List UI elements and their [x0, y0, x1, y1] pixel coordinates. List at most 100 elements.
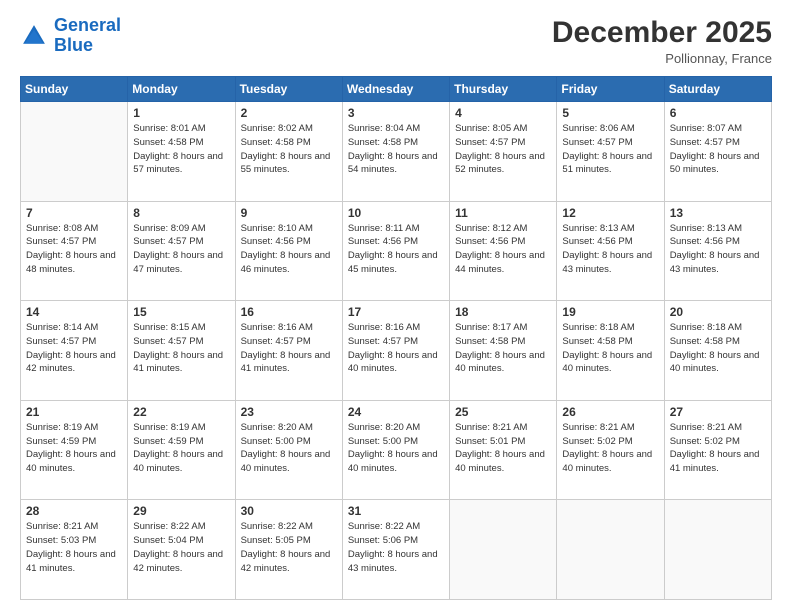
sunset: Sunset: 4:57 PM	[133, 336, 203, 347]
sunrise: Sunrise: 8:16 AM	[348, 322, 420, 333]
day-info: Sunrise: 8:13 AMSunset: 4:56 PMDaylight:…	[670, 222, 766, 277]
sunset: Sunset: 4:56 PM	[562, 236, 632, 247]
sunrise: Sunrise: 8:21 AM	[455, 422, 527, 433]
sunrise: Sunrise: 8:07 AM	[670, 123, 742, 134]
daylight-hours: Daylight: 8 hours and 44 minutes.	[455, 250, 545, 275]
day-info: Sunrise: 8:21 AMSunset: 5:01 PMDaylight:…	[455, 421, 551, 476]
sunset: Sunset: 4:57 PM	[241, 336, 311, 347]
sunset: Sunset: 4:58 PM	[133, 137, 203, 148]
calendar-week-2: 7Sunrise: 8:08 AMSunset: 4:57 PMDaylight…	[21, 201, 772, 301]
calendar-cell: 14Sunrise: 8:14 AMSunset: 4:57 PMDayligh…	[21, 301, 128, 401]
day-info: Sunrise: 8:20 AMSunset: 5:00 PMDaylight:…	[241, 421, 337, 476]
daylight-hours: Daylight: 8 hours and 40 minutes.	[670, 350, 760, 375]
logo-general: General	[54, 15, 121, 35]
day-info: Sunrise: 8:22 AMSunset: 5:05 PMDaylight:…	[241, 520, 337, 575]
calendar-cell: 8Sunrise: 8:09 AMSunset: 4:57 PMDaylight…	[128, 201, 235, 301]
daylight-hours: Daylight: 8 hours and 41 minutes.	[26, 549, 116, 574]
calendar-cell: 15 Sunrise: 8:15 AMSunset: 4:57 PMDayligh…	[128, 301, 235, 401]
sunrise: Sunrise: 8:14 AM	[26, 322, 98, 333]
calendar-cell	[21, 102, 128, 202]
sunset: Sunset: 4:58 PM	[670, 336, 740, 347]
calendar-cell: 21Sunrise: 8:19 AMSunset: 4:59 PMDayligh…	[21, 400, 128, 500]
calendar-cell: 29 Sunrise: 8:22 AMSunset: 5:04 PMDayligh…	[128, 500, 235, 600]
day-number: 12	[562, 206, 658, 220]
day-number: 2	[241, 106, 337, 120]
sunrise: Sunrise: 8:20 AM	[348, 422, 420, 433]
col-sunday: Sunday	[21, 77, 128, 102]
day-number: 25	[455, 405, 551, 419]
day-info: Sunrise: 8:01 AMSunset: 4:58 PMDaylight:…	[133, 122, 229, 177]
day-info: Sunrise: 8:19 AMSunset: 4:59 PMDaylight:…	[133, 421, 229, 476]
calendar-cell: 3Sunrise: 8:04 AMSunset: 4:58 PMDaylight…	[342, 102, 449, 202]
daylight-hours: Daylight: 8 hours and 51 minutes.	[562, 151, 652, 176]
day-number: 29	[133, 504, 229, 518]
day-number: 11	[455, 206, 551, 220]
daylight-hours: Daylight: 8 hours and 43 minutes.	[670, 250, 760, 275]
day-info: Sunrise: 8:16 AMSunset: 4:57 PMDaylight:…	[241, 321, 337, 376]
calendar-week-3: 14 Sunrise: 8:14 AM Sunset: 4:57 PM Dayligh…	[21, 301, 772, 401]
calendar-cell: 13Sunrise: 8:13 AMSunset: 4:56 PMDayligh…	[664, 201, 771, 301]
col-wednesday: Wednesday	[342, 77, 449, 102]
day-number: 6	[670, 106, 766, 120]
day-info: Sunrise: 8:02 AMSunset: 4:58 PMDaylight:…	[241, 122, 337, 177]
sunrise: Sunrise: 8:10 AM	[241, 223, 313, 234]
sunrise: Sunrise: 8:21 AM	[670, 422, 742, 433]
daylight-hours: Daylight: 8 hours and 40 minutes.	[133, 449, 223, 474]
day-info: Sunrise: 8:09 AMSunset: 4:57 PMDaylight:…	[133, 222, 229, 277]
day-info: Sunrise: 8:22 AMSunset: 5:06 PMDaylight:…	[348, 520, 444, 575]
day-number: 30	[241, 504, 337, 518]
sunrise: Sunrise: 8:12 AM	[455, 223, 527, 234]
day-info: Sunrise: 8:21 AMSunset: 5:02 PMDaylight:…	[562, 421, 658, 476]
calendar-table: Sunday Monday Tuesday Wednesday Thursday…	[20, 76, 772, 600]
calendar-cell: 24Sunrise: 8:20 AMSunset: 5:00 PMDayligh…	[342, 400, 449, 500]
calendar-cell: 27Sunrise: 8:21 AMSunset: 5:02 PMDayligh…	[664, 400, 771, 500]
sunrise: Sunrise: 8:05 AM	[455, 123, 527, 134]
sunset: Sunset: 5:00 PM	[241, 436, 311, 447]
sunset: Sunset: 4:56 PM	[241, 236, 311, 247]
calendar-cell: 5Sunrise: 8:06 AMSunset: 4:57 PMDaylight…	[557, 102, 664, 202]
sunrise: Sunrise: 8:21 AM	[562, 422, 634, 433]
daylight-hours: Daylight: 8 hours and 43 minutes.	[348, 549, 438, 574]
sunset: Sunset: 4:58 PM	[455, 336, 525, 347]
sunset: Sunset: 5:02 PM	[562, 436, 632, 447]
sunset: Sunset: 4:56 PM	[348, 236, 418, 247]
logo-blue: Blue	[54, 35, 93, 55]
daylight-hours: Daylight: 8 hours and 43 minutes.	[562, 250, 652, 275]
sunset: Sunset: 5:04 PM	[133, 535, 203, 546]
logo-text: General Blue	[54, 16, 121, 56]
sunset: Sunset: 4:58 PM	[348, 137, 418, 148]
day-info: Sunrise: 8:12 AMSunset: 4:56 PMDaylight:…	[455, 222, 551, 277]
day-number: 10	[348, 206, 444, 220]
col-monday: Monday	[128, 77, 235, 102]
sunset: Sunset: 4:57 PM	[562, 137, 632, 148]
day-number: 14	[26, 305, 122, 319]
logo-icon	[20, 22, 48, 50]
day-info: Sunrise: 8:21 AMSunset: 5:03 PMDaylight:…	[26, 520, 122, 575]
sunrise: Sunrise: 8:22 AM	[348, 521, 420, 532]
daylight-hours: Daylight: 8 hours and 40 minutes.	[455, 449, 545, 474]
day-number: 27	[670, 405, 766, 419]
day-info: Sunrise: 8:15 AMSunset: 4:57 PMDaylight:…	[133, 321, 229, 376]
day-number: 16	[241, 305, 337, 319]
calendar-week-5: 28Sunrise: 8:21 AMSunset: 5:03 PMDayligh…	[21, 500, 772, 600]
day-info: Sunrise: 8:22 AMSunset: 5:04 PMDaylight:…	[133, 520, 229, 575]
calendar-cell: 9Sunrise: 8:10 AMSunset: 4:56 PMDaylight…	[235, 201, 342, 301]
calendar-cell: 26Sunrise: 8:21 AMSunset: 5:02 PMDayligh…	[557, 400, 664, 500]
sunrise: Sunrise: 8:22 AM	[241, 521, 313, 532]
day-number: 9	[241, 206, 337, 220]
sunset: Sunset: 4:57 PM	[348, 336, 418, 347]
calendar-cell: 30 Sunrise: 8:22 AMSunset: 5:05 PMDayligh…	[235, 500, 342, 600]
calendar-cell: 25 Sunrise: 8:21 AMSunset: 5:01 PMDayligh…	[450, 400, 557, 500]
calendar-cell: 16 Sunrise: 8:16 AMSunset: 4:57 PMDayligh…	[235, 301, 342, 401]
calendar-cell: 18Sunrise: 8:17 AMSunset: 4:58 PMDayligh…	[450, 301, 557, 401]
daylight-hours: Daylight: 8 hours and 55 minutes.	[241, 151, 331, 176]
calendar-cell: 28Sunrise: 8:21 AMSunset: 5:03 PMDayligh…	[21, 500, 128, 600]
calendar-cell: 11 Sunrise: 8:12 AMSunset: 4:56 PMDayligh…	[450, 201, 557, 301]
day-number: 20	[670, 305, 766, 319]
day-info: Sunrise: 8:04 AMSunset: 4:58 PMDaylight:…	[348, 122, 444, 177]
sunrise: Sunrise: 8:08 AM	[26, 223, 98, 234]
day-info: Sunrise: 8:18 AMSunset: 4:58 PMDaylight:…	[562, 321, 658, 376]
day-number: 23	[241, 405, 337, 419]
calendar-cell	[664, 500, 771, 600]
day-number: 15	[133, 305, 229, 319]
